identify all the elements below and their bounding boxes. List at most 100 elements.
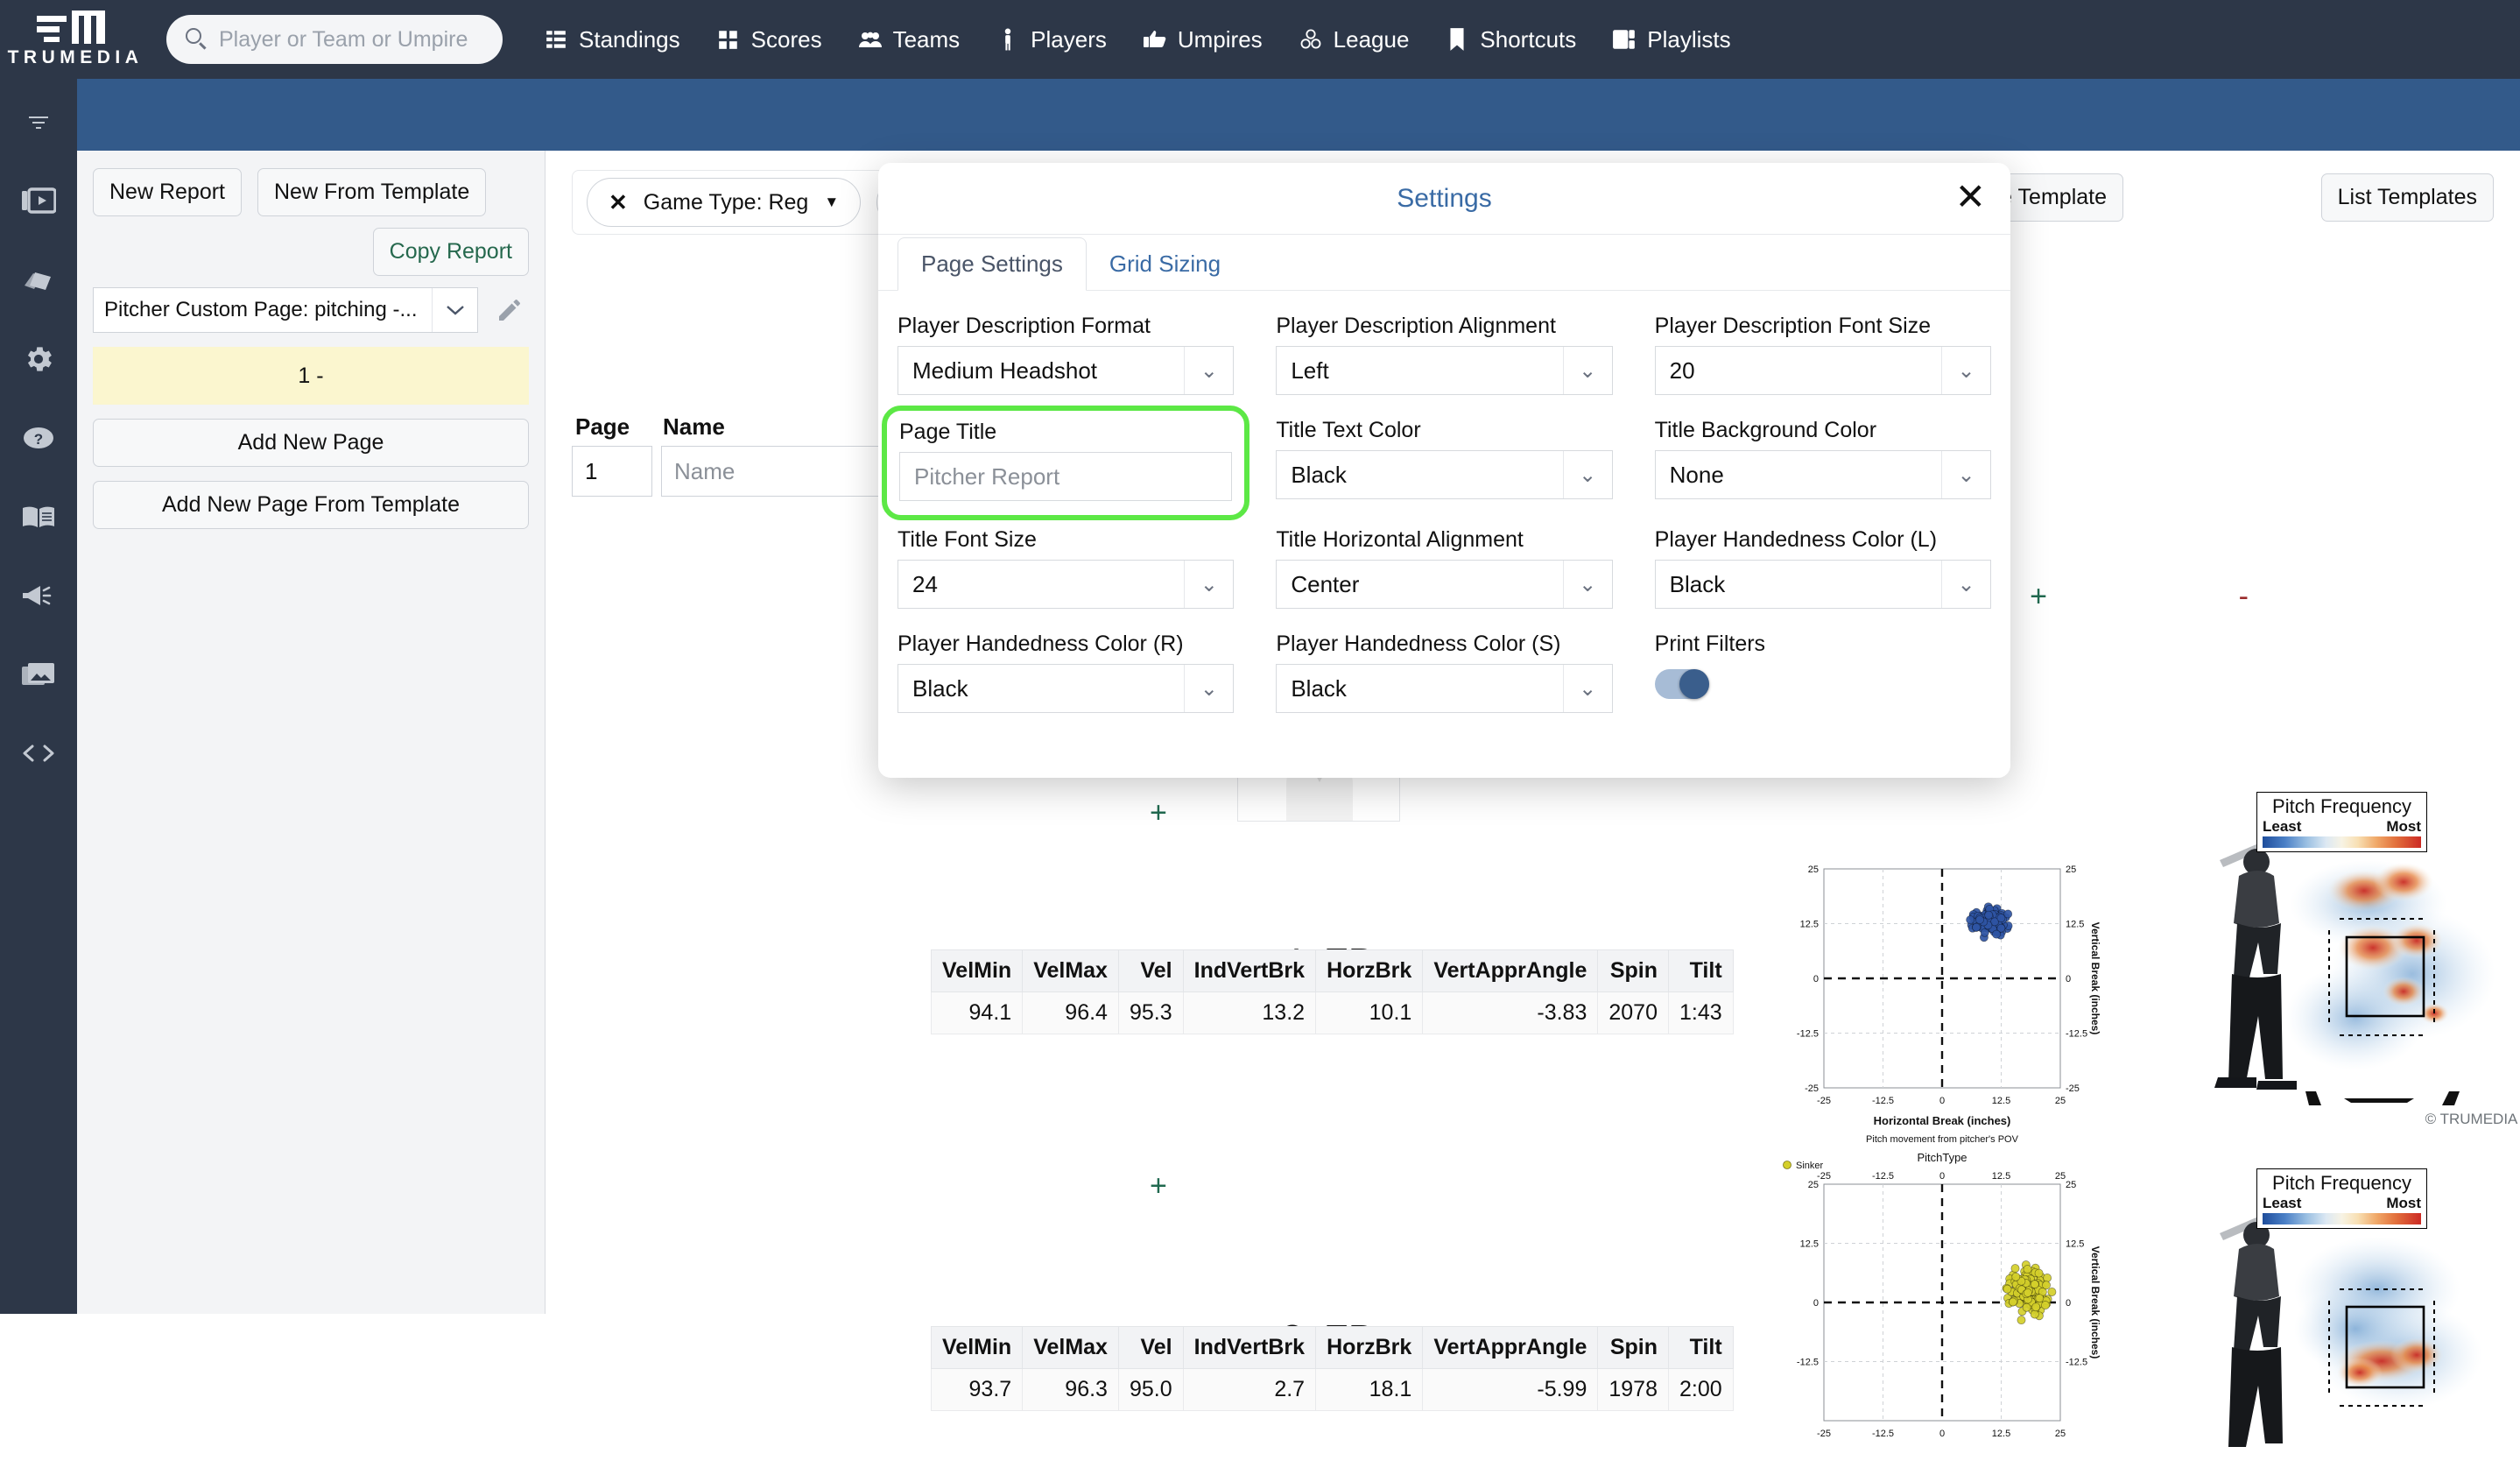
new-report-button[interactable]: New Report bbox=[93, 168, 242, 216]
nav-item-scores[interactable]: Scores bbox=[715, 26, 822, 53]
field-label: Print Filters bbox=[1654, 632, 1766, 656]
field-label: Title Font Size bbox=[897, 527, 1037, 552]
help-icon[interactable]: ? bbox=[19, 419, 58, 457]
list-templates-button[interactable]: List Templates bbox=[2320, 173, 2494, 222]
select-value: Black bbox=[1291, 461, 1347, 488]
chevron-down-icon: ▼ bbox=[824, 194, 840, 210]
edit-report-name-icon[interactable] bbox=[490, 291, 529, 329]
player-description-alignment-select[interactable]: Left ⌄ bbox=[1276, 346, 1613, 395]
grid-add-marker-3[interactable]: + bbox=[1150, 1169, 1167, 1203]
svg-text:-12.5: -12.5 bbox=[2066, 1029, 2087, 1040]
nav-label: Scores bbox=[750, 25, 822, 53]
title-font-size-select[interactable]: 24 ⌄ bbox=[897, 560, 1235, 609]
teams-icon bbox=[857, 26, 883, 53]
break-scatter-chart-1: -25 -12.5 0 12.5 25-25 -25-12.5 -12.50 012.5 12.… bbox=[1797, 864, 2101, 1145]
legend-least-label: Least bbox=[2263, 1195, 2302, 1211]
svg-text:0: 0 bbox=[1813, 974, 1819, 984]
title-horizontal-alignment-select[interactable]: Center ⌄ bbox=[1276, 560, 1613, 609]
field-player-description-font-size: Player Description Font Size 20 ⌄ bbox=[1654, 314, 1991, 395]
cell: 1:43 bbox=[1667, 992, 1734, 1034]
select-value: Black bbox=[1669, 570, 1726, 597]
add-new-page-button[interactable]: Add New Page bbox=[93, 419, 529, 467]
code-icon[interactable] bbox=[19, 734, 58, 773]
nav-item-players[interactable]: Players bbox=[995, 26, 1107, 53]
scores-icon bbox=[715, 26, 742, 53]
col-header: HorzBrk bbox=[1315, 1326, 1424, 1369]
gear-icon[interactable] bbox=[19, 340, 58, 378]
cell: 2.7 bbox=[1182, 1368, 1317, 1411]
images-icon[interactable] bbox=[19, 655, 58, 694]
svg-text:0: 0 bbox=[2066, 974, 2071, 984]
book-icon[interactable] bbox=[19, 498, 58, 536]
new-from-template-button[interactable]: New From Template bbox=[257, 168, 487, 216]
col-header: Tilt bbox=[1667, 949, 1734, 992]
nav-item-umpires[interactable]: Umpires bbox=[1142, 26, 1263, 53]
header-page: Page bbox=[575, 413, 630, 440]
grid-add-marker-2[interactable]: + bbox=[1150, 796, 1167, 830]
tab-grid-sizing[interactable]: Grid Sizing bbox=[1087, 238, 1243, 290]
league-icon bbox=[1298, 26, 1324, 53]
select-value: None bbox=[1669, 461, 1724, 488]
cards-icon[interactable] bbox=[19, 261, 58, 300]
remove-column-button[interactable]: - bbox=[2239, 580, 2249, 614]
svg-text:12.5: 12.5 bbox=[2066, 1239, 2084, 1250]
svg-text:-25: -25 bbox=[1805, 1083, 1819, 1094]
page-list-item-1[interactable]: 1 - bbox=[93, 347, 529, 405]
add-column-button[interactable]: + bbox=[2030, 580, 2047, 614]
close-icon[interactable]: ✕ bbox=[609, 189, 628, 216]
trumedia-logo[interactable]: TRUMEDIA bbox=[0, 11, 151, 68]
add-new-page-from-template-button[interactable]: Add New Page From Template bbox=[93, 481, 529, 529]
report-select[interactable]: Pitcher Custom Page: pitching -... bbox=[93, 287, 478, 333]
svg-text:0: 0 bbox=[1813, 1298, 1819, 1309]
nav-item-shortcuts[interactable]: Shortcuts bbox=[1444, 26, 1576, 53]
legend-most-label: Most bbox=[2386, 1195, 2421, 1211]
svg-text:25: 25 bbox=[2055, 1429, 2066, 1439]
modal-header: Settings ✕ bbox=[878, 163, 2010, 235]
field-label: Title Background Color bbox=[1654, 418, 1877, 442]
field-title-background-color: Title Background Color None ⌄ bbox=[1654, 418, 1991, 505]
page-title-input[interactable]: Pitcher Report bbox=[899, 452, 1233, 501]
col-header: VertApprAngle bbox=[1422, 949, 1599, 992]
filter-icon[interactable] bbox=[19, 103, 58, 142]
svg-text:-25: -25 bbox=[1817, 1171, 1831, 1182]
filter-chip-game-type[interactable]: ✕ Game Type: Reg ▼ bbox=[587, 178, 862, 227]
svg-text:12.5: 12.5 bbox=[2066, 920, 2084, 930]
search-input[interactable] bbox=[219, 26, 482, 53]
print-filters-toggle[interactable] bbox=[1654, 669, 1709, 699]
umpires-icon bbox=[1142, 26, 1168, 53]
svg-text:25: 25 bbox=[2066, 864, 2076, 875]
nav-item-standings[interactable]: Standings bbox=[543, 26, 680, 53]
player-handedness-color-s-select[interactable]: Black ⌄ bbox=[1276, 664, 1613, 713]
cell: 94.1 bbox=[930, 992, 1024, 1034]
field-player-handedness-color-l: Player Handedness Color (L) Black ⌄ bbox=[1654, 527, 1991, 609]
player-handedness-color-r-select[interactable]: Black ⌄ bbox=[897, 664, 1235, 713]
player-handedness-color-l-select[interactable]: Black ⌄ bbox=[1654, 560, 1991, 609]
col-header: VelMax bbox=[1022, 1326, 1119, 1369]
tab-page-settings[interactable]: Page Settings bbox=[897, 237, 1087, 291]
copy-report-button[interactable]: Copy Report bbox=[372, 228, 529, 276]
player-description-font-size-select[interactable]: 20 ⌄ bbox=[1654, 346, 1991, 395]
video-icon[interactable] bbox=[19, 182, 58, 221]
nav-label: Playlists bbox=[1647, 25, 1731, 53]
table-header-row: VelMin VelMax Vel IndVertBrk HorzBrk Ver… bbox=[930, 1326, 1734, 1369]
nav-item-teams[interactable]: Teams bbox=[857, 26, 960, 53]
cell: 10.1 bbox=[1315, 992, 1424, 1034]
cell: 2:00 bbox=[1667, 1368, 1734, 1411]
col-header: Spin bbox=[1597, 1326, 1669, 1369]
title-text-color-select[interactable]: Black ⌄ bbox=[1276, 450, 1613, 499]
svg-text:?: ? bbox=[34, 431, 43, 448]
megaphone-icon[interactable] bbox=[19, 576, 58, 615]
cell: 96.3 bbox=[1022, 1368, 1119, 1411]
svg-text:25: 25 bbox=[1808, 1180, 1819, 1190]
title-background-color-select[interactable]: None ⌄ bbox=[1654, 450, 1991, 499]
nav-label: Standings bbox=[579, 25, 680, 53]
svg-text:12.5: 12.5 bbox=[1992, 1171, 2010, 1182]
svg-text:-12.5: -12.5 bbox=[1872, 1429, 1894, 1439]
bookmark-icon bbox=[1444, 26, 1470, 53]
player-description-format-select[interactable]: Medium Headshot ⌄ bbox=[897, 346, 1235, 395]
page-number-input[interactable]: 1 bbox=[572, 446, 652, 497]
nav-item-league[interactable]: League bbox=[1298, 26, 1409, 53]
nav-item-playlists[interactable]: Playlists bbox=[1611, 25, 1731, 53]
close-icon[interactable]: ✕ bbox=[1955, 179, 1986, 215]
search-box[interactable] bbox=[166, 15, 503, 64]
